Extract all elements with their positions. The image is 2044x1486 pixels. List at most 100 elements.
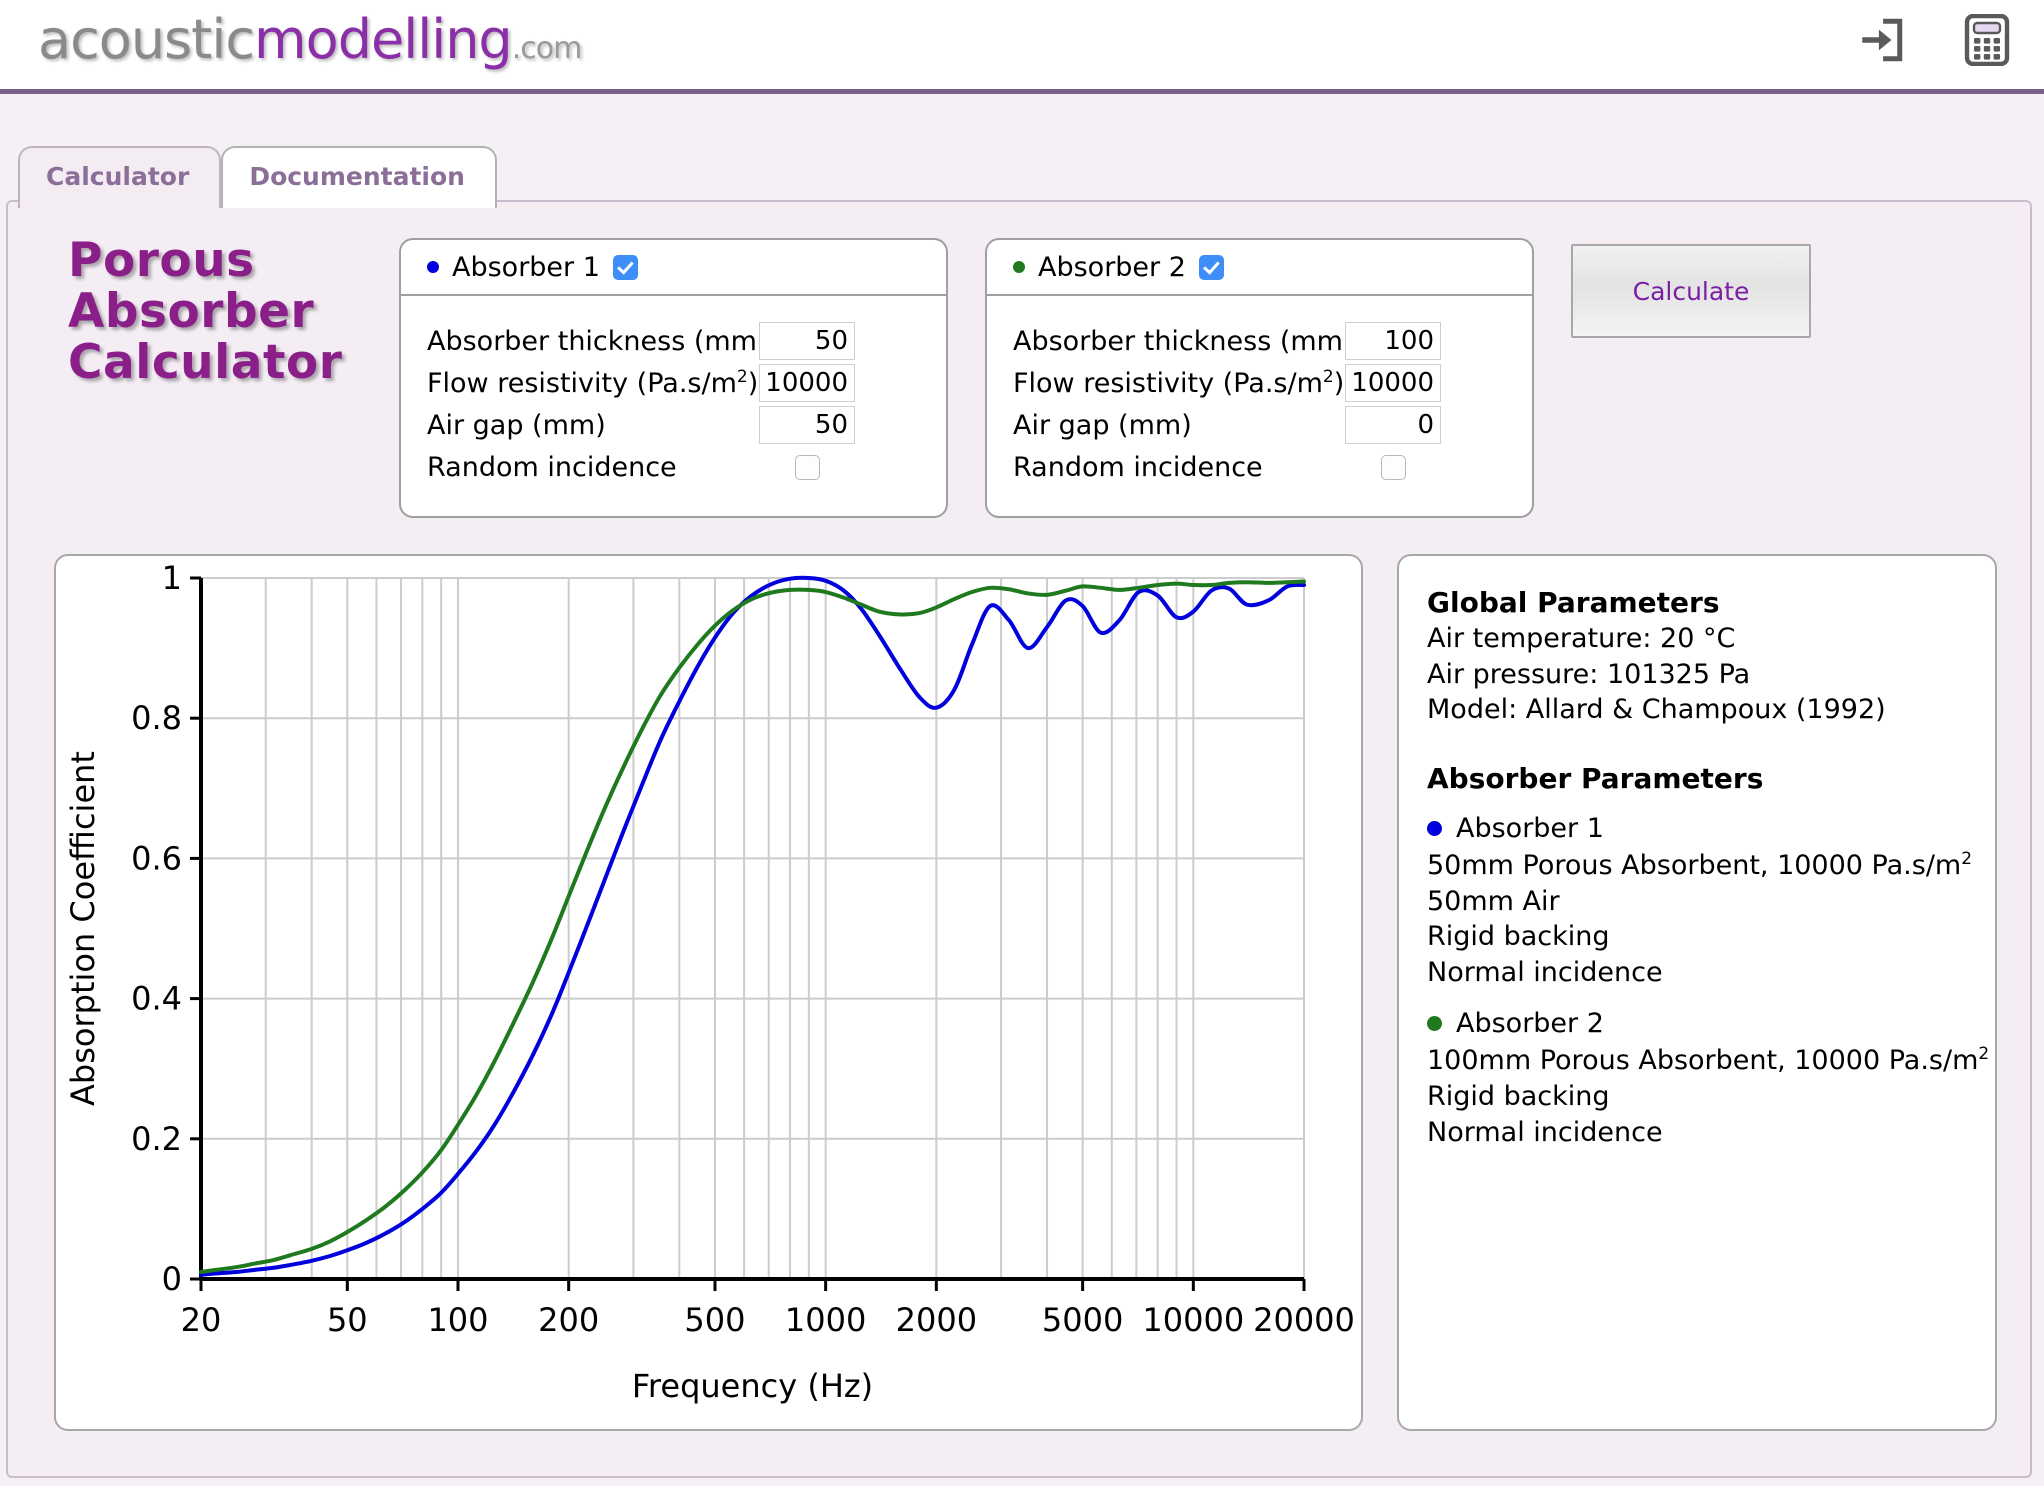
absorber-2-summary-material-sup: 2	[1978, 1044, 1990, 1065]
tab-calculator[interactable]: Calculator	[18, 146, 222, 208]
absorber-1-flowres-input[interactable]	[759, 364, 855, 402]
svg-text:Frequency (Hz): Frequency (Hz)	[632, 1367, 873, 1405]
absorber-1-summary-material: 50mm Porous Absorbent, 10000 Pa.s/m2	[1427, 848, 1972, 884]
absorber-1-summary-incidence: Normal incidence	[1427, 956, 1663, 988]
calculator-icon[interactable]	[1964, 13, 2010, 67]
svg-text:200: 200	[538, 1301, 599, 1339]
absorber-1-thickness-row: Absorber thickness (mm)	[401, 320, 946, 362]
absorber-2-fields: Absorber thickness (mm) Flow resistivity…	[987, 296, 1532, 488]
tab-documentation[interactable]: Documentation	[221, 146, 497, 208]
absorber-1-summary-material-text: 50mm Porous Absorbent, 10000 Pa.s/m	[1427, 849, 1962, 881]
absorber-1-flowres-label-text: Flow resistivity (Pa.s/m	[427, 368, 737, 399]
absorber-parameters-heading: Absorber Parameters	[1427, 761, 1764, 795]
absorber-1-fields: Absorber thickness (mm) Flow resistivity…	[401, 296, 946, 488]
absorber-2-summary-material-text: 100mm Porous Absorbent, 10000 Pa.s/m	[1427, 1045, 1979, 1077]
tab-bar: Calculator Documentation	[18, 146, 497, 208]
absorber-2-flowres-superscript: 2	[1322, 367, 1334, 387]
site-logo[interactable]: acousticmodelling.com	[38, 8, 583, 71]
absorber-1-flowres-superscript: 2	[736, 367, 748, 387]
absorber-1-randominc-wrap	[759, 454, 855, 480]
page-title-line-1: Porous	[68, 233, 255, 288]
absorber-1-title: Absorber 1	[452, 251, 600, 283]
absorber-1-header: Absorber 1	[401, 240, 946, 296]
absorption-chart-card: 0 0.2 0.4 0.6 0.8 1 20 50 100 200 500 1000 2000 5000 1…	[54, 554, 1363, 1431]
absorber-1-airgap-label: Air gap (mm)	[427, 409, 606, 441]
svg-text:0: 0	[162, 1260, 182, 1298]
svg-text:50: 50	[327, 1301, 368, 1339]
absorber-1-summary-backing: Rigid backing	[1427, 921, 1610, 953]
absorber-2-enable-checkbox[interactable]	[1198, 254, 1224, 280]
absorber-2-airgap-input[interactable]	[1345, 406, 1441, 444]
absorber-2-randominc-wrap	[1345, 454, 1441, 480]
global-model: Model: Allard & Champoux (1992)	[1427, 694, 1886, 726]
global-parameters-heading: Global Parameters	[1427, 586, 1720, 619]
svg-text:100: 100	[427, 1301, 488, 1339]
absorber-2-flowres-label: Flow resistivity (Pa.s/m2)	[1013, 367, 1345, 399]
svg-text:10000: 10000	[1142, 1301, 1244, 1339]
svg-text:5000: 5000	[1042, 1301, 1123, 1339]
calculator-panel: Porous Absorber Calculator Absorber 1 Ab…	[6, 200, 2032, 1478]
absorber-1-airgap-row: Air gap (mm)	[401, 404, 946, 446]
absorber-1-summary-material-sup: 2	[1961, 848, 1973, 869]
calculate-button[interactable]: Calculate	[1571, 244, 1811, 338]
absorber-1-thickness-label: Absorber thickness (mm)	[427, 325, 768, 357]
absorber-2-legend-label: Absorber 2	[1456, 1008, 1604, 1040]
svg-text:500: 500	[684, 1301, 745, 1339]
site-header: acousticmodelling.com	[0, 0, 2044, 94]
absorber-1-legend-bullet	[1427, 820, 1442, 836]
absorber-2-flowres-row: Flow resistivity (Pa.s/m2)	[987, 362, 1532, 404]
header-icon-group	[1856, 13, 2010, 67]
svg-text:0.4: 0.4	[131, 980, 182, 1018]
global-air-temperature: Air temperature: 20 °C	[1427, 623, 1736, 654]
page-title-line-3: Calculator	[68, 334, 343, 390]
absorber-2-summary-backing: Rigid backing	[1427, 1081, 1610, 1112]
svg-text:Absorption Coefficient: Absorption Coefficient	[64, 751, 102, 1106]
page-title: Porous Absorber Calculator	[68, 233, 343, 390]
absorber-1-legend-label: Absorber 1	[1456, 812, 1604, 844]
absorber-2-color-bullet	[1013, 261, 1025, 273]
page-title-line-2: Absorber	[68, 283, 315, 339]
svg-text:1: 1	[162, 559, 182, 597]
logo-text-dotcom: .com	[511, 31, 583, 66]
absorber-2-summary-material: 100mm Porous Absorbent, 10000 Pa.s/m2	[1427, 1043, 1989, 1079]
svg-text:0.8: 0.8	[131, 699, 182, 737]
absorber-2-legend-bullet	[1427, 1016, 1442, 1032]
absorber-2-flowres-label-text: Flow resistivity (Pa.s/m	[1013, 368, 1323, 399]
svg-text:1000: 1000	[785, 1301, 866, 1339]
svg-text:20: 20	[181, 1301, 222, 1339]
absorber-2-randominc-label: Random incidence	[1013, 451, 1263, 483]
absorber-1-randominc-label: Random incidence	[427, 451, 677, 483]
absorber-2-randominc-row: Random incidence	[987, 446, 1532, 488]
absorber-2-random-incidence-checkbox[interactable]	[1380, 454, 1406, 480]
svg-text:20000: 20000	[1253, 1301, 1355, 1339]
absorber-1-card: Absorber 1 Absorber thickness (mm) Flow …	[399, 238, 948, 518]
absorber-2-flowres-label-end: )	[1333, 368, 1345, 399]
absorber-1-color-bullet	[427, 261, 439, 273]
logo-text-acoustic: acoustic	[38, 8, 255, 71]
global-air-pressure: Air pressure: 101325 Pa	[1427, 658, 1751, 690]
absorber-2-flowres-input[interactable]	[1345, 364, 1441, 402]
absorber-2-airgap-row: Air gap (mm)	[987, 404, 1532, 446]
parameters-summary-card: Global Parameters Air temperature: 20 °C…	[1397, 554, 1997, 1431]
absorber-1-airgap-input[interactable]	[759, 406, 855, 444]
absorber-2-title: Absorber 2	[1038, 251, 1186, 283]
absorber-2-thickness-row: Absorber thickness (mm)	[987, 320, 1532, 362]
result-legend-absorber-2: Absorber 2	[1427, 1008, 1967, 1039]
absorber-1-randominc-row: Random incidence	[401, 446, 946, 488]
absorber-1-random-incidence-checkbox[interactable]	[794, 454, 820, 480]
absorber-1-flowres-row: Flow resistivity (Pa.s/m2)	[401, 362, 946, 404]
absorber-1-thickness-input[interactable]	[759, 322, 855, 360]
absorber-2-airgap-label: Air gap (mm)	[1013, 409, 1192, 441]
svg-text:0.6: 0.6	[131, 839, 182, 877]
absorber-1-enable-checkbox[interactable]	[612, 254, 638, 280]
absorber-2-thickness-label: Absorber thickness (mm)	[1013, 325, 1354, 357]
login-arrow-icon[interactable]	[1856, 15, 1906, 65]
absorber-2-thickness-input[interactable]	[1345, 322, 1441, 360]
logo-text-modelling: modelling	[254, 8, 513, 71]
absorber-2-card: Absorber 2 Absorber thickness (mm) Flow …	[985, 238, 1534, 518]
absorber-1-flowres-label: Flow resistivity (Pa.s/m2)	[427, 367, 759, 399]
svg-text:2000: 2000	[896, 1301, 977, 1339]
absorber-1-summary-airgap: 50mm Air	[1427, 885, 1560, 917]
absorber-2-header: Absorber 2	[987, 240, 1532, 296]
result-legend-absorber-1: Absorber 1	[1427, 813, 1967, 844]
